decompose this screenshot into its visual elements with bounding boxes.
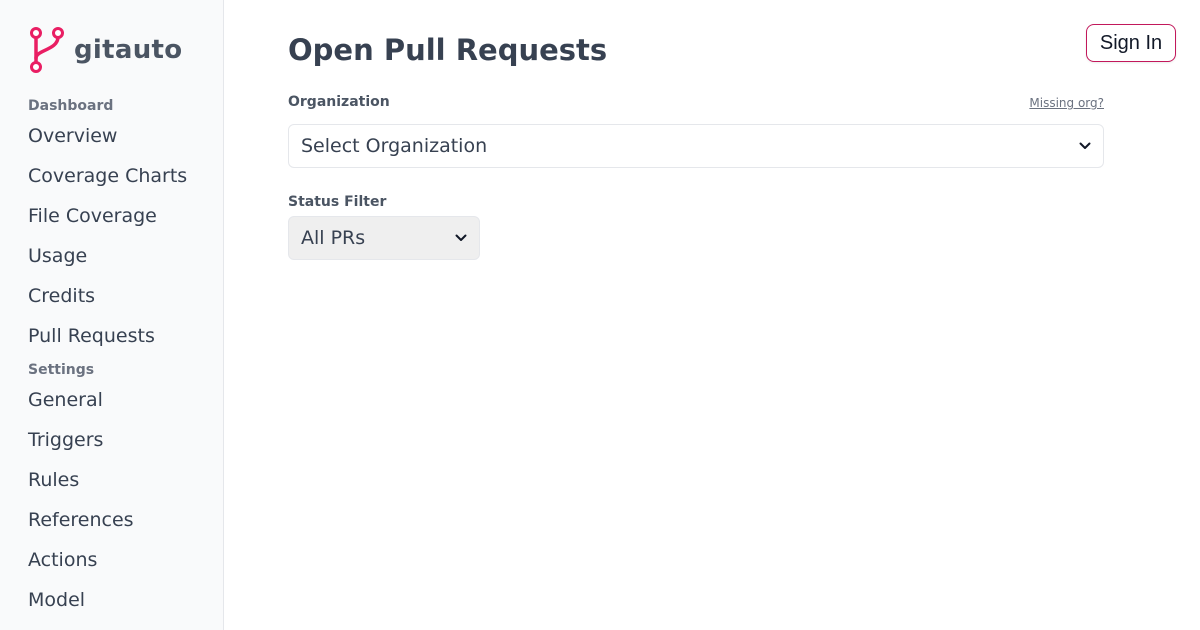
missing-org-link[interactable]: Missing org? <box>1029 96 1104 110</box>
brand-name: gitauto <box>74 35 183 65</box>
status-filter-value: All PRs <box>301 227 366 249</box>
sidebar-item-credits[interactable]: Credits <box>28 276 218 316</box>
sidebar-item-pull-requests[interactable]: Pull Requests <box>28 316 218 356</box>
sidebar-item-general[interactable]: General <box>28 380 218 420</box>
status-filter-select[interactable]: All PRs <box>288 216 480 260</box>
sidebar-item-overview[interactable]: Overview <box>28 116 218 156</box>
organization-select[interactable]: Select Organization <box>288 124 1104 168</box>
sidebar-item-file-coverage[interactable]: File Coverage <box>28 196 218 236</box>
sidebar-nav: Dashboard Overview Coverage Charts File … <box>28 96 218 624</box>
sidebar-item-references[interactable]: References <box>28 500 218 540</box>
organization-select-value: Select Organization <box>301 135 488 157</box>
gitauto-logo-link[interactable]: gitauto <box>28 26 182 74</box>
section-label-dashboard: Dashboard <box>28 98 114 114</box>
page-title: Open Pull Requests <box>288 33 608 67</box>
sidebar-item-coverage-charts[interactable]: Coverage Charts <box>28 156 218 196</box>
sidebar-item-usage[interactable]: Usage <box>28 236 218 276</box>
sidebar-item-triggers[interactable]: Triggers <box>28 420 218 460</box>
sign-in-button[interactable]: Sign In <box>1086 24 1176 62</box>
sidebar-item-model[interactable]: Model <box>28 580 218 620</box>
status-filter-label: Status Filter <box>288 194 387 210</box>
git-branch-icon <box>28 26 68 74</box>
sidebar-item-rules[interactable]: Rules <box>28 460 218 500</box>
sidebar-item-actions[interactable]: Actions <box>28 540 218 580</box>
chevron-down-icon <box>1079 142 1091 150</box>
sidebar: gitauto Dashboard Overview Coverage Char… <box>0 0 224 630</box>
section-label-settings: Settings <box>28 362 95 378</box>
chevron-down-icon <box>455 234 467 242</box>
organization-label: Organization <box>288 94 390 110</box>
